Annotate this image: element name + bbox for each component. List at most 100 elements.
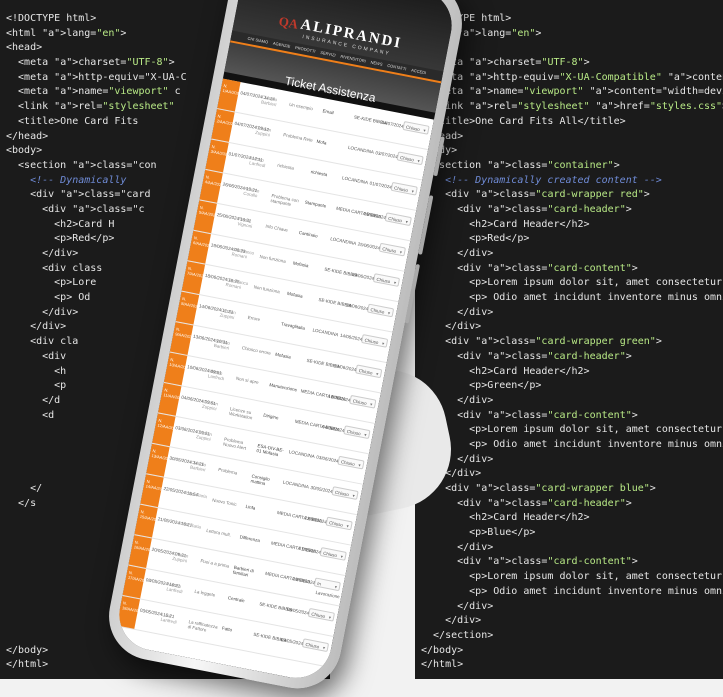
nav-item-prodotti[interactable]: PRODOTTI: [294, 43, 316, 57]
ticket-description: Puoi a a prima: [200, 558, 230, 569]
code-line: </div>: [421, 453, 494, 465]
code-line: <h2>Card Header</h2>: [421, 365, 590, 377]
ticket-product: Email: [322, 108, 335, 116]
ticket-closed-date: 04/06/2024: [321, 424, 345, 434]
ticket-requester: Luca Lanfredi: [160, 611, 178, 625]
ticket-product: Mofasia: [274, 351, 292, 360]
ticket-requester: Gianfranco Romani: [225, 277, 249, 290]
ticket-requester: Claudio Barbieri: [189, 459, 207, 473]
status-select[interactable]: Chiuso: [366, 303, 395, 318]
nav-item-accedi[interactable]: ACCEDI: [410, 65, 427, 78]
ticket-requester: Cristian Zuppini: [219, 307, 237, 321]
nav-item-contatti[interactable]: CONTATTI: [386, 61, 407, 75]
ticket-requester: Claudio Barbieri: [260, 94, 278, 108]
status-select[interactable]: Chiuso: [331, 486, 359, 500]
ticket-product: Centrale: [227, 595, 246, 604]
code-line: <div "a">class="card-header">: [421, 350, 632, 362]
status-select[interactable]: Chiuso: [396, 151, 424, 166]
ticket-closed-date: 30/05/2024: [310, 484, 334, 495]
ticket-number: N. 8/AA/2024: [175, 291, 200, 325]
code-line: <!-- Dynamically created content -->: [421, 174, 662, 186]
code-line: <h2>Card Header</h2>: [421, 512, 590, 524]
code-line: <p>Blue</p>: [421, 527, 536, 539]
ticket-location: LOCANDINA: [282, 479, 310, 490]
brand-logo-icon: QA: [277, 13, 300, 32]
status-select[interactable]: Chiuso: [343, 425, 371, 440]
ticket-number: N. 15/AA/2024: [134, 504, 161, 538]
ticket-closed-date: 25/06/2024: [357, 241, 381, 251]
status-select[interactable]: Chiuso: [402, 120, 430, 135]
code-line: <p> Odio amet incidunt inventore minus o…: [421, 438, 723, 450]
ticket-product: Manutenzione: [268, 382, 298, 393]
status-select[interactable]: Chiuso: [390, 181, 418, 196]
ticket-closed-date: 26/06/2024: [363, 211, 387, 221]
code-line: </section>: [421, 629, 494, 641]
code-line: <body>: [421, 144, 723, 159]
ticket-description: Problema Nuovo Alert: [222, 436, 247, 451]
nav-item-agenzie[interactable]: AGENZIE: [272, 39, 291, 52]
ticket-closed-date: 03/06/2024: [315, 454, 340, 464]
code-line: </html>: [421, 659, 464, 671]
ticket-location: LOCANDINA: [288, 449, 316, 460]
ticket-requester: Matteo Lanfredi: [207, 368, 225, 382]
status-select[interactable]: Chiuso: [337, 455, 365, 470]
code-line: </div>: [421, 306, 494, 318]
ticket-number: N. 18/AA/2024: [116, 595, 143, 629]
code-line: <p>Green</p>: [421, 380, 542, 392]
code-line: <p>Lorem ipsum dolor sit, amet consectet…: [421, 571, 723, 583]
code-line: </div>: [421, 468, 482, 480]
status-select[interactable]: Chiuso: [378, 242, 407, 257]
code-line: <div "a">class="card-content">: [421, 556, 638, 568]
code-line: <section "a">class="container">: [421, 159, 620, 171]
status-select[interactable]: Chiuso: [307, 607, 336, 622]
status-select[interactable]: Chiuso: [361, 333, 389, 348]
ticket-product: Dirigine: [262, 412, 279, 421]
code-line: <meta "a">name="viewport" "a">content="w…: [433, 86, 723, 98]
status-select[interactable]: Chiuso: [372, 273, 401, 287]
nav-item-servizi[interactable]: SERVIZI: [319, 48, 336, 61]
code-line: <h2>Card Header</h2>: [421, 218, 590, 230]
ticket-description: Errore: [247, 314, 261, 323]
status-select[interactable]: Chiuso: [355, 364, 383, 379]
ticket-description: Non funziona: [259, 253, 287, 264]
ticket-closed-date: 01/07/2024: [369, 180, 393, 190]
ticket-description: La leggete: [194, 588, 216, 598]
ticket-closed-date: 14/06/2024: [339, 332, 363, 342]
status-select[interactable]: In Lavorazione: [313, 577, 341, 599]
code-line: </div>: [421, 615, 482, 627]
ticket-number: N. 1/AA/2024: [217, 78, 241, 112]
code-line: </div>: [421, 321, 482, 333]
code-line: <p> Odio amet incidunt inventore minus o…: [421, 292, 723, 304]
ticket-description: Chiosco errore: [241, 345, 272, 356]
code-line: </div>: [421, 600, 494, 612]
ticket-closed-date: 18/06/2024: [345, 302, 369, 312]
ticket-closed-date: 20/05/2024: [292, 576, 316, 586]
code-line: <!DOCTYPE html>: [421, 13, 512, 24]
status-select[interactable]: Chiuso: [319, 547, 347, 561]
ticket-product: richiesta: [310, 169, 328, 178]
ticket-closed-date: 19/06/2024: [351, 271, 375, 282]
status-select[interactable]: Chiuso: [384, 212, 412, 227]
status-select[interactable]: Chiuso: [349, 394, 377, 409]
code-line: <div "a">class="card-content">: [421, 262, 638, 274]
code-line: </head>: [421, 130, 723, 145]
ticket-number: N. 12/AA/2024: [152, 413, 179, 447]
code-line: <html "a">lang="en">: [421, 27, 542, 39]
status-select[interactable]: Chiuso: [325, 516, 353, 531]
ticket-closed-date: 21/05/2024: [298, 545, 322, 555]
nav-item-rivenditori[interactable]: RIVENDITORI: [339, 52, 366, 67]
nav-item-news[interactable]: NEWS: [370, 58, 384, 70]
code-line: <p>Lorem ipsum dolor sit, amet consectet…: [421, 277, 723, 289]
status-select[interactable]: Chiuso: [301, 638, 330, 653]
ticket-requester: Iman Raria: [178, 520, 202, 530]
code-line: <div "a">class="card-header">: [421, 497, 632, 509]
ticket-description: Non si apre: [235, 375, 260, 385]
ticket-requester: Gianfranco Romani: [231, 246, 255, 260]
ticket-number: N. 17/AA/2024: [122, 565, 149, 599]
ticket-closed-date: 13/06/2024: [333, 363, 357, 373]
code-line: <p> Odio amet incidunt inventore minus o…: [421, 585, 723, 597]
ticket-description: richiesta: [276, 162, 295, 171]
nav-item-chi-siamo[interactable]: CHI SIAMO: [247, 34, 269, 48]
code-line: <div "a">class="card-wrapper blue">: [421, 483, 656, 494]
code-line: <head>: [421, 41, 723, 56]
